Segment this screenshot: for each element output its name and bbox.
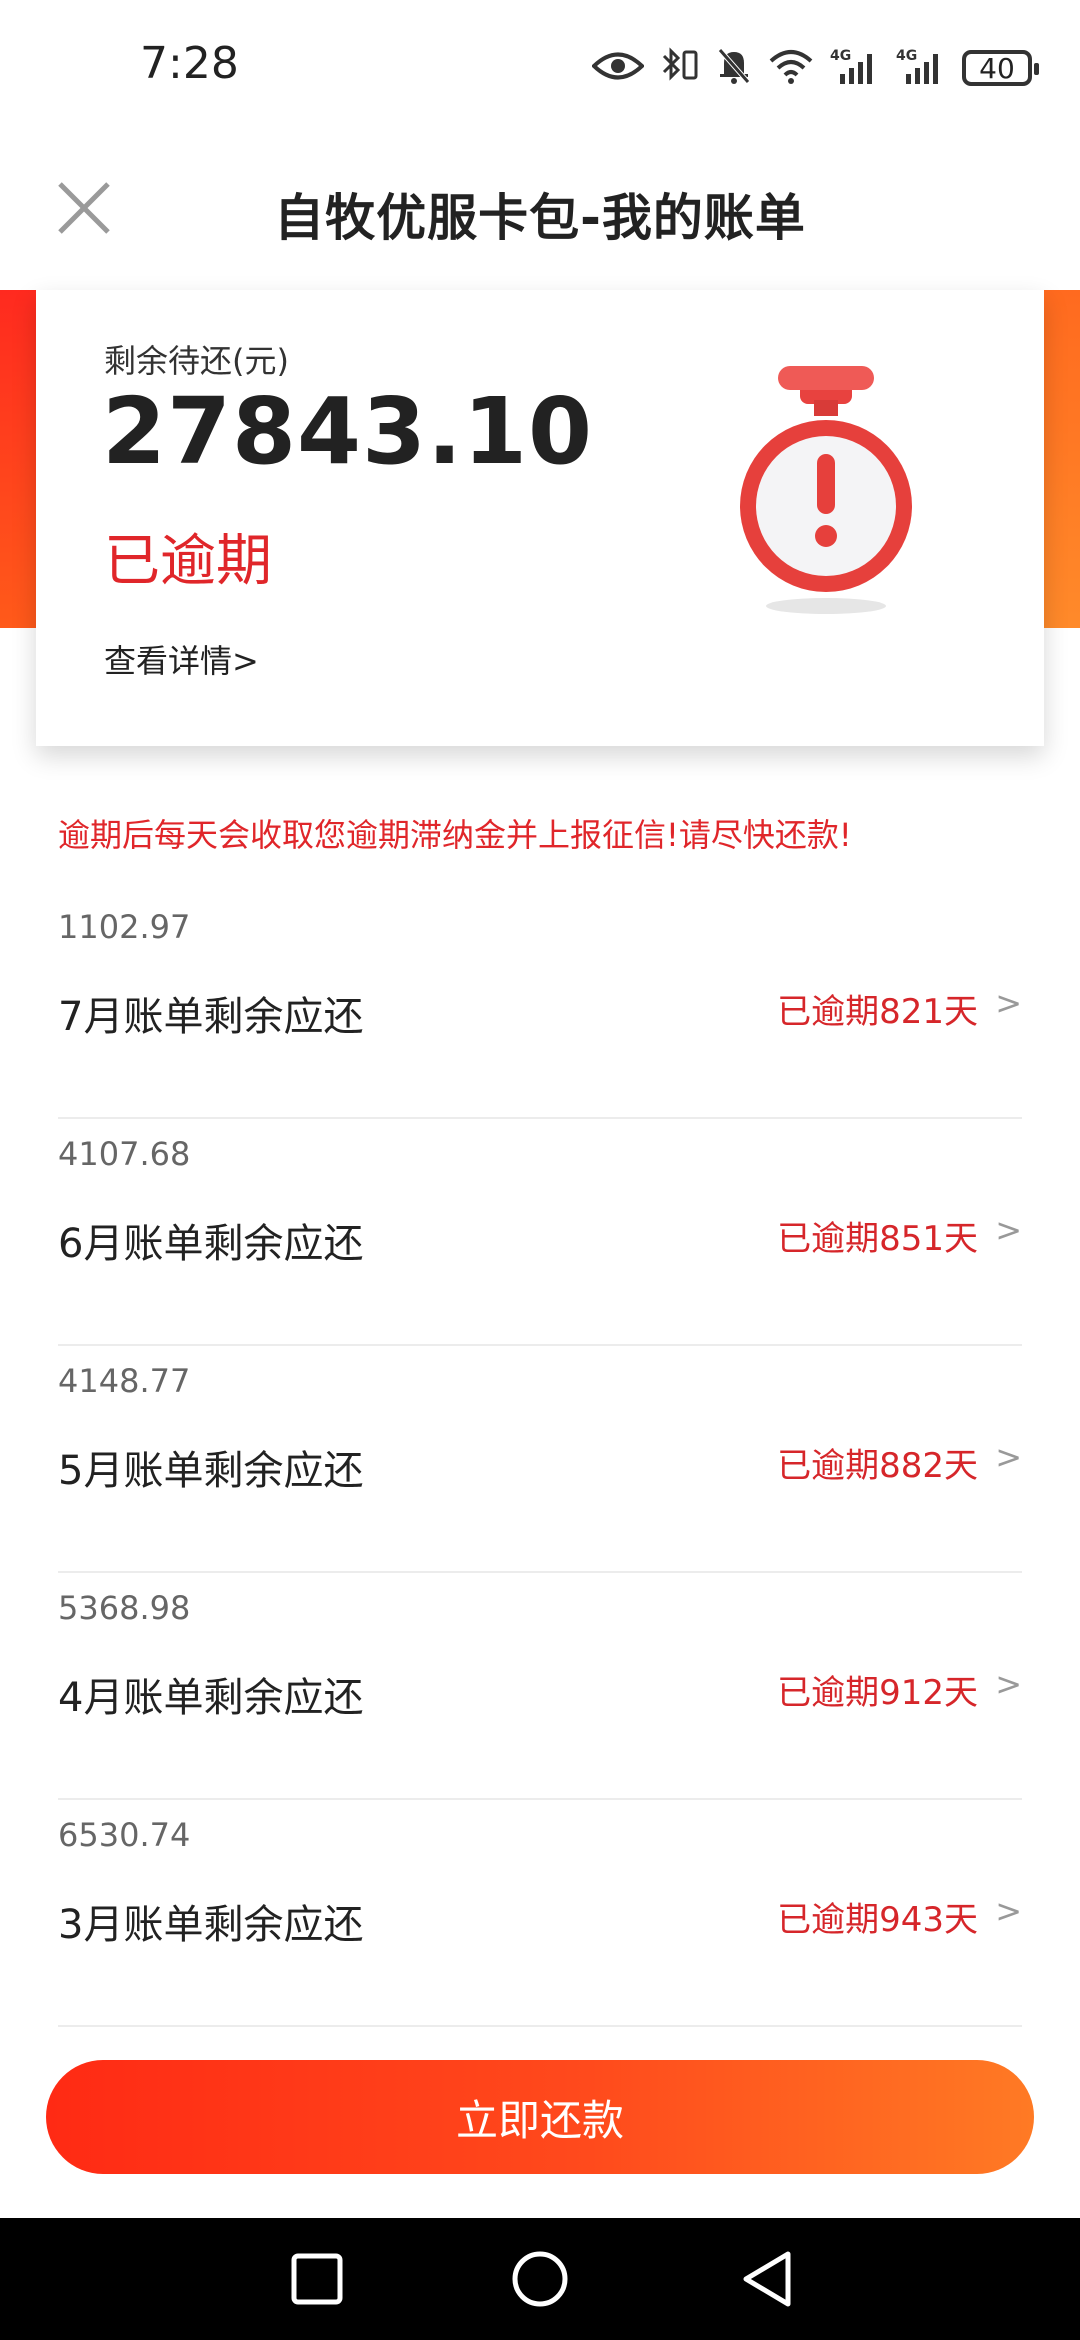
bill-list: 1102.97 7月账单剩余应还 已逾期821天 > 4107.68 6月账单剩… xyxy=(58,892,1022,2027)
bill-label: 3月账单剩余应还 xyxy=(58,1902,364,1948)
home-circle-icon[interactable] xyxy=(507,2246,573,2312)
bill-item[interactable]: 6530.74 3月账单剩余应还 已逾期943天 > xyxy=(58,1800,1022,2027)
pay-now-button[interactable]: 立即还款 xyxy=(46,2060,1034,2174)
signal-4g-icon: 4G xyxy=(830,46,880,90)
svg-text:4G: 4G xyxy=(896,48,917,64)
bill-item[interactable]: 5368.98 4月账单剩余应还 已逾期912天 > xyxy=(58,1573,1022,1800)
signal-4g-icon: 4G xyxy=(896,46,946,90)
wifi-icon xyxy=(768,47,814,89)
stopwatch-alert-icon xyxy=(726,366,926,626)
battery-indicator: 40 xyxy=(962,50,1039,86)
chevron-right-icon: > xyxy=(995,1438,1022,1476)
bluetooth-vibrate-icon xyxy=(660,46,700,90)
bill-overdue-status: 已逾期851天 xyxy=(777,1219,978,1259)
bill-label: 5月账单剩余应还 xyxy=(58,1448,364,1494)
recents-square-icon[interactable] xyxy=(284,2246,350,2312)
page-title: 自牧优服卡包-我的账单 xyxy=(274,189,806,247)
remaining-label: 剩余待还(元) xyxy=(104,342,289,380)
bill-item[interactable]: 1102.97 7月账单剩余应还 已逾期821天 > xyxy=(58,892,1022,1119)
remaining-amount: 27843.10 xyxy=(102,378,594,485)
chevron-right-icon: > xyxy=(995,1211,1022,1249)
bill-page: 7:28 4G 4G 40 自牧优服卡包-我的账单 剩余待还(元) 27843.… xyxy=(0,0,1080,2340)
system-nav-bar xyxy=(0,2218,1080,2340)
overdue-warning: 逾期后每天会收取您逾期滞纳金并上报征信!请尽快还款! xyxy=(58,816,852,854)
bill-overdue-status: 已逾期943天 xyxy=(777,1900,978,1940)
bill-amount: 1102.97 xyxy=(58,908,191,946)
status-time: 7:28 xyxy=(140,38,239,89)
bill-item[interactable]: 4148.77 5月账单剩余应还 已逾期882天 > xyxy=(58,1346,1022,1573)
bill-label: 6月账单剩余应还 xyxy=(58,1221,364,1267)
bill-amount: 6530.74 xyxy=(58,1816,191,1854)
bill-item[interactable]: 4107.68 6月账单剩余应还 已逾期851天 > xyxy=(58,1119,1022,1346)
status-icons: 4G 4G 40 xyxy=(591,44,1039,92)
bill-overdue-status: 已逾期882天 xyxy=(777,1446,978,1486)
view-details-link[interactable]: 查看详情> xyxy=(104,636,259,682)
bill-amount: 4107.68 xyxy=(58,1135,191,1173)
bill-amount: 4148.77 xyxy=(58,1362,191,1400)
chevron-right-icon: > xyxy=(995,984,1022,1022)
header: 自牧优服卡包-我的账单 xyxy=(0,140,1080,290)
mute-bell-icon xyxy=(716,46,752,90)
bill-overdue-status: 已逾期912天 xyxy=(777,1673,978,1713)
hero-accent-left xyxy=(0,290,36,628)
bill-label: 4月账单剩余应还 xyxy=(58,1675,364,1721)
status-bar: 7:28 4G 4G 40 xyxy=(0,0,1080,140)
bill-label: 7月账单剩余应还 xyxy=(58,994,364,1040)
chevron-right-icon: > xyxy=(995,1892,1022,1930)
hero-accent-right xyxy=(1044,290,1080,628)
back-triangle-icon[interactable] xyxy=(736,2246,802,2312)
bill-amount: 5368.98 xyxy=(58,1589,191,1627)
summary-card: 剩余待还(元) 27843.10 已逾期 查看详情> xyxy=(36,290,1044,746)
chevron-right-icon: > xyxy=(995,1665,1022,1703)
svg-text:4G: 4G xyxy=(830,48,851,64)
eye-icon xyxy=(591,49,645,87)
bill-overdue-status: 已逾期821天 xyxy=(777,992,978,1032)
overdue-status: 已逾期 xyxy=(104,529,272,594)
